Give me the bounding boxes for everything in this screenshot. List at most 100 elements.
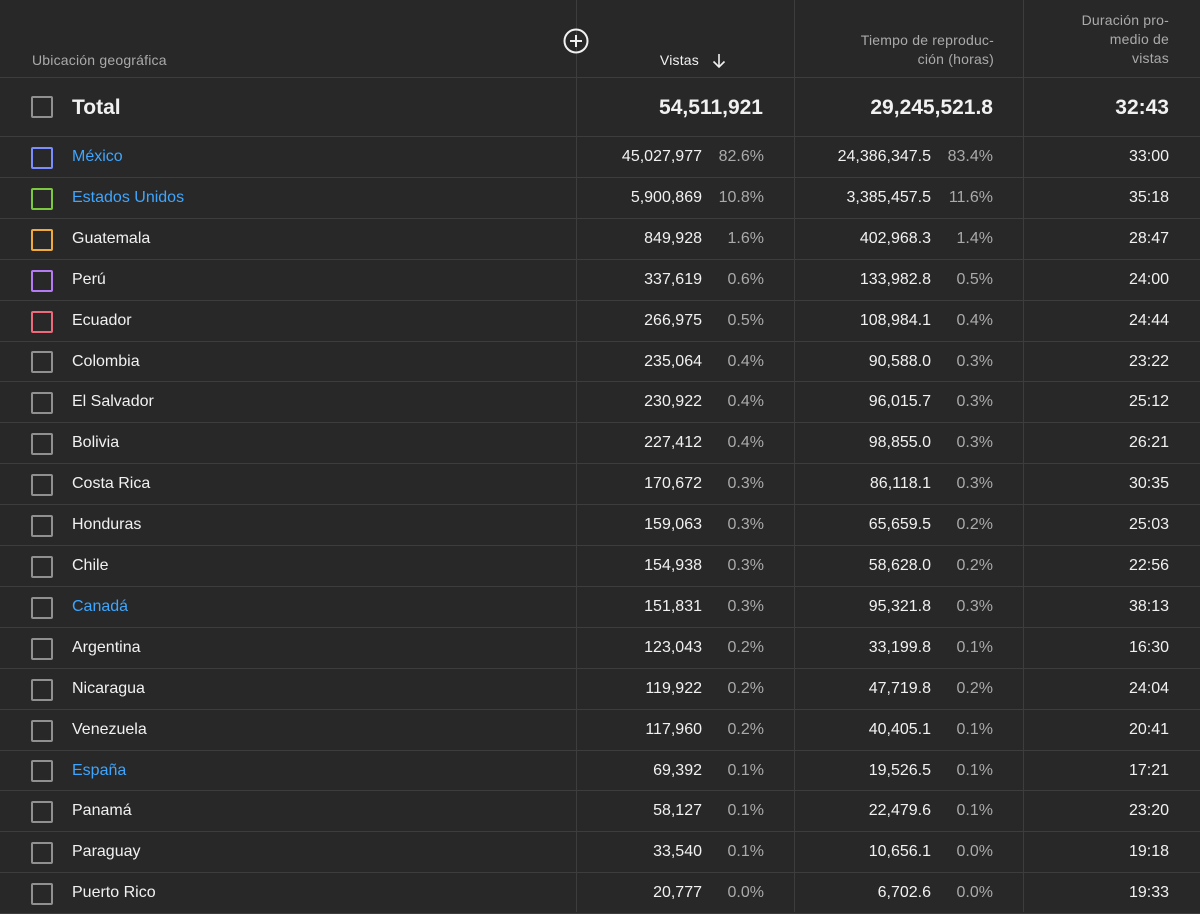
table-row[interactable]: Honduras 159,063 0.3% 65,659.5 0.2% 25:03 (0, 505, 1200, 546)
country-name: Paraguay (72, 843, 141, 860)
watch-time-value: 96,015.7 (868, 393, 931, 410)
total-checkbox[interactable] (31, 96, 53, 118)
watch-time-percent: 1.4% (956, 230, 993, 247)
avg-duration-value: 20:41 (1128, 721, 1169, 738)
table-row[interactable]: Chile 154,938 0.3% 58,628.0 0.2% 22:56 (0, 546, 1200, 587)
total-label: Total (72, 96, 121, 119)
row-checkbox[interactable] (31, 188, 53, 210)
country-name[interactable]: Estados Unidos (72, 189, 184, 207)
views-value: 5,900,869 (630, 189, 702, 206)
country-name[interactable]: Canadá (72, 598, 128, 616)
row-checkbox[interactable] (31, 597, 53, 619)
views-percent: 0.0% (727, 884, 764, 901)
avg-duration-value: 28:47 (1128, 230, 1169, 247)
row-checkbox[interactable] (31, 760, 53, 782)
country-name: Panamá (72, 802, 132, 819)
row-checkbox[interactable] (31, 842, 53, 864)
table-row[interactable]: Estados Unidos 5,900,869 10.8% 3,385,457.5 1… (0, 178, 1200, 219)
avg-duration-value: 25:12 (1128, 393, 1169, 410)
watch-time-percent: 0.2% (956, 557, 993, 574)
watch-time-percent: 0.1% (956, 721, 993, 738)
table-row[interactable]: Perú 337,619 0.6% 133,982.8 0.5% 24:00 (0, 260, 1200, 301)
row-checkbox[interactable] (31, 433, 53, 455)
watch-time-percent: 0.3% (956, 393, 993, 410)
table-row[interactable]: Guatemala 849,928 1.6% 402,968.3 1.4% 28:47 (0, 219, 1200, 260)
views-value: 45,027,977 (621, 148, 702, 165)
row-checkbox[interactable] (31, 801, 53, 823)
watch-time-value: 402,968.3 (859, 230, 931, 247)
watch-time-value: 58,628.0 (868, 557, 931, 574)
table-row[interactable]: Nicaragua 119,922 0.2% 47,719.8 0.2% 24:04 (0, 669, 1200, 710)
views-percent: 0.3% (727, 557, 764, 574)
avg-duration-value: 22:56 (1128, 557, 1169, 574)
row-checkbox[interactable] (31, 474, 53, 496)
row-checkbox[interactable] (31, 311, 53, 333)
watch-time-value: 24,386,347.5 (837, 148, 931, 165)
views-percent: 0.5% (727, 312, 764, 329)
views-value: 58,127 (653, 802, 702, 819)
views-column-header[interactable]: Vistas (660, 51, 733, 70)
avg-duration-value: 24:44 (1128, 312, 1169, 329)
views-percent: 0.2% (727, 721, 764, 738)
row-checkbox[interactable] (31, 638, 53, 660)
country-name: Chile (72, 557, 109, 574)
avg-duration-value: 19:18 (1128, 843, 1169, 860)
avg-duration-value: 24:04 (1128, 680, 1169, 697)
views-value: 227,412 (644, 434, 702, 451)
row-checkbox[interactable] (31, 556, 53, 578)
avg-duration-column-header[interactable]: Duración pro- medio de vistas (1029, 11, 1169, 68)
row-checkbox[interactable] (31, 883, 53, 905)
country-name: El Salvador (72, 393, 154, 410)
views-percent: 0.3% (727, 516, 764, 533)
plus-circle-icon[interactable] (563, 28, 589, 54)
table-row[interactable]: España 69,392 0.1% 19,526.5 0.1% 17:21 (0, 751, 1200, 791)
views-percent: 82.6% (718, 148, 764, 165)
table-row[interactable]: Colombia 235,064 0.4% 90,588.0 0.3% 23:22 (0, 342, 1200, 382)
avg-duration-value: 26:21 (1128, 434, 1169, 451)
country-name: Costa Rica (72, 475, 151, 492)
geography-table: Ubicación geográfica Vistas Tiempo de re… (0, 0, 1200, 914)
table-row[interactable]: Ecuador 266,975 0.5% 108,984.1 0.4% 24:44 (0, 301, 1200, 342)
country-name: Nicaragua (72, 680, 145, 697)
total-row: Total 54,511,921 29,245,521.8 32:43 (0, 78, 1200, 137)
watch-time-column-header[interactable]: Tiempo de reproduc- ción (horas) (794, 31, 994, 69)
row-checkbox[interactable] (31, 392, 53, 414)
country-name: Honduras (72, 516, 142, 533)
watch-time-value: 98,855.0 (868, 434, 931, 451)
country-name[interactable]: México (72, 148, 123, 166)
table-row[interactable]: Puerto Rico 20,777 0.0% 6,702.6 0.0% 19:33 (0, 873, 1200, 914)
table-row[interactable]: Costa Rica 170,672 0.3% 86,118.1 0.3% 30:35 (0, 464, 1200, 505)
country-name: Bolivia (72, 434, 120, 451)
table-row[interactable]: El Salvador 230,922 0.4% 96,015.7 0.3% 25:12 (0, 382, 1200, 423)
row-checkbox[interactable] (31, 679, 53, 701)
avg-duration-value: 17:21 (1128, 762, 1169, 779)
table-row[interactable]: Bolivia 227,412 0.4% 98,855.0 0.3% 26:21 (0, 423, 1200, 464)
views-percent: 0.2% (727, 680, 764, 697)
avg-duration-value: 23:20 (1128, 802, 1169, 819)
row-checkbox[interactable] (31, 515, 53, 537)
row-checkbox[interactable] (31, 147, 53, 169)
row-checkbox[interactable] (31, 270, 53, 292)
views-percent: 1.6% (727, 230, 764, 247)
table-row[interactable]: Canadá 151,831 0.3% 95,321.8 0.3% 38:13 (0, 587, 1200, 628)
table-row[interactable]: Paraguay 33,540 0.1% 10,656.1 0.0% 19:18 (0, 832, 1200, 873)
avg-header-line3: vistas (1132, 50, 1169, 66)
views-value: 154,938 (644, 557, 702, 574)
country-name[interactable]: España (72, 762, 126, 780)
geo-column-header[interactable]: Ubicación geográfica (32, 51, 167, 70)
country-name: Perú (72, 271, 106, 288)
country-name: Puerto Rico (72, 884, 156, 901)
views-value: 235,064 (644, 353, 702, 370)
row-checkbox[interactable] (31, 351, 53, 373)
row-checkbox[interactable] (31, 720, 53, 742)
row-checkbox[interactable] (31, 229, 53, 251)
watch-time-value: 19,526.5 (868, 762, 931, 779)
watch-time-value: 22,479.6 (868, 802, 931, 819)
watch-time-value: 65,659.5 (868, 516, 931, 533)
views-percent: 0.4% (727, 393, 764, 410)
table-row[interactable]: México 45,027,977 82.6% 24,386,347.5 83.4% 33… (0, 137, 1200, 178)
table-row[interactable]: Argentina 123,043 0.2% 33,199.8 0.1% 16:30 (0, 628, 1200, 669)
table-row[interactable]: Panamá 58,127 0.1% 22,479.6 0.1% 23:20 (0, 791, 1200, 832)
table-row[interactable]: Venezuela 117,960 0.2% 40,405.1 0.1% 20:41 (0, 710, 1200, 751)
avg-header-line1: Duración pro- (1081, 12, 1169, 28)
